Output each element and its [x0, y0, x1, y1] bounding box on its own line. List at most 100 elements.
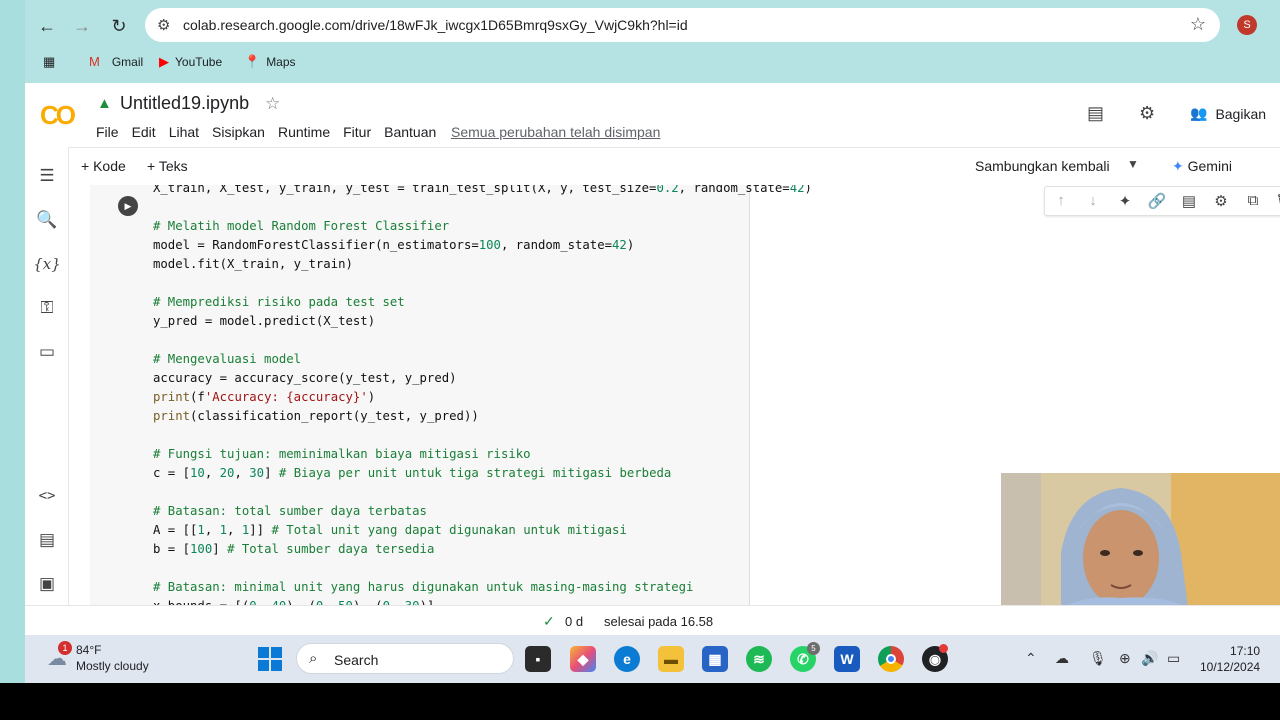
code-line: print(classification_report(y_test, y_pr… [153, 409, 479, 423]
cell-toolbar: ↑ ↓ ✦ 🔗 ▤ ⚙ ⧉ 🗑 ⋮ [1044, 186, 1280, 216]
comments-icon[interactable]: ▤ [1087, 103, 1104, 124]
key-icon[interactable]: ⚿ [35, 296, 59, 320]
chevron-up-icon[interactable]: ⌃ [1025, 650, 1037, 667]
weather-description[interactable]: Mostly cloudy [76, 659, 149, 673]
settings-gear-icon[interactable]: ⚙ [1139, 103, 1155, 124]
mirror-cell-icon[interactable]: ⧉ [1243, 192, 1263, 209]
menu-help[interactable]: Bantuan [384, 124, 436, 140]
code-line: print(f'Accuracy: {accuracy}') [153, 390, 376, 404]
code-line: accuracy = accuracy_score(y_test, y_pred… [153, 371, 457, 385]
system-clock[interactable]: 17:10 10/12/2024 [1200, 643, 1260, 675]
execution-status-bar: ✓ 0 d selesai pada 16.58 [25, 605, 1280, 635]
terminal-icon[interactable]: ▣ [35, 572, 59, 596]
delete-icon[interactable]: 🗑 [1275, 192, 1280, 210]
check-icon: ✓ [543, 613, 555, 629]
menu-view[interactable]: Lihat [169, 124, 199, 140]
variables-icon[interactable]: {x} [33, 252, 61, 276]
battery-icon[interactable]: ▭ [1167, 650, 1180, 667]
chrome-icon[interactable] [878, 646, 904, 672]
menu-edit[interactable]: Edit [132, 124, 156, 140]
bookmark-maps[interactable]: 📍 Maps [244, 54, 296, 70]
gemini-sparkle-icon[interactable]: ✦ [1115, 192, 1135, 210]
task-view-icon[interactable]: ▪ [525, 646, 551, 672]
command-palette-icon[interactable]: ▤ [35, 528, 59, 552]
bookmark-label: Gmail [111, 54, 144, 69]
file-explorer-icon[interactable]: ▬ [658, 646, 684, 672]
run-cell-button[interactable]: ▶ [118, 196, 138, 216]
menu-bar: File Edit Lihat Sisipkan Runtime Fitur B… [96, 124, 436, 140]
add-text-button[interactable]: + Teks [147, 158, 188, 174]
code-cell[interactable]: ▶ X_train, X_test, y_train, y_test = tra… [90, 185, 812, 605]
gemini-button[interactable]: ✦ Gemini [1172, 158, 1232, 175]
url-text: colab.research.google.com/drive/18wFJk_i… [183, 17, 688, 33]
speaker-icon[interactable]: 🔊 [1141, 650, 1158, 667]
code-snippets-icon[interactable]: <> [35, 484, 59, 508]
code-line: c = [10, 20, 30] # Biaya per unit untuk … [153, 466, 672, 480]
code-line: model = RandomForestClassifier(n_estimat… [153, 238, 635, 252]
comment-icon[interactable]: ▤ [1179, 192, 1199, 210]
code-editor[interactable]: X_train, X_test, y_train, y_test = train… [153, 185, 812, 605]
star-icon[interactable]: ☆ [265, 94, 280, 114]
browser-chrome: ← → ↻ ⚙ colab.research.google.com/drive/… [25, 0, 1280, 83]
link-icon[interactable]: 🔗 [1147, 192, 1167, 210]
word-icon[interactable]: W [834, 646, 860, 672]
taskbar-search[interactable]: ⌕ Search [296, 643, 514, 674]
store-icon[interactable]: ▦ [702, 646, 728, 672]
reconnect-button[interactable]: Sambungkan kembali [975, 158, 1110, 174]
site-settings-icon[interactable]: ⚙ [157, 16, 170, 34]
reload-icon[interactable]: ↻ [107, 14, 131, 38]
bookmark-gmail[interactable]: M Gmail [89, 54, 143, 69]
notification-dot [939, 644, 948, 653]
code-line: # Mengevaluasi model [153, 352, 302, 366]
code-line: # Batasan: total sumber daya terbatas [153, 504, 427, 518]
temperature[interactable]: 84°F [76, 643, 101, 657]
move-down-icon[interactable]: ↓ [1083, 192, 1103, 209]
bookmark-star-icon[interactable]: ☆ [1190, 14, 1206, 35]
saved-status[interactable]: Semua perubahan telah disimpan [451, 124, 660, 140]
cloud-sync-icon[interactable]: ☁ [1055, 650, 1069, 667]
notebook-toolbar: + Kode + Teks Sambungkan kembali ▼ ✦ Gem… [25, 147, 1280, 185]
folder-icon[interactable]: ▭ [35, 340, 59, 364]
profile-avatar[interactable]: S [1237, 15, 1257, 35]
cell-settings-icon[interactable]: ⚙ [1211, 192, 1231, 210]
move-up-icon[interactable]: ↑ [1051, 192, 1071, 209]
globe-icon[interactable]: ⊕ [1119, 650, 1131, 667]
gmail-icon: M [89, 54, 100, 69]
edge-icon[interactable]: e [614, 646, 640, 672]
menu-file[interactable]: File [96, 124, 119, 140]
chevron-down-icon[interactable]: ▼ [1127, 157, 1139, 171]
notebook-title[interactable]: Untitled19.ipynb [120, 93, 249, 114]
add-code-button[interactable]: + Kode [81, 158, 126, 174]
people-icon: 👥 [1190, 105, 1208, 121]
apps-grid-icon[interactable]: ▦ [43, 54, 55, 70]
weather-badge: 1 [58, 641, 72, 655]
microphone-icon[interactable]: 🎙 [1089, 650, 1107, 667]
menu-runtime[interactable]: Runtime [278, 124, 330, 140]
bookmarks-bar: ▦ M Gmail ▶ YouTube 📍 Maps [25, 50, 1280, 74]
search-icon[interactable]: 🔍 [35, 208, 59, 232]
menu-insert[interactable]: Sisipkan [212, 124, 265, 140]
bookmark-youtube[interactable]: ▶ YouTube [159, 54, 222, 70]
code-line: b = [100] # Total sumber daya tersedia [153, 542, 435, 556]
copilot-icon[interactable]: ◆ [570, 646, 596, 672]
code-line: model.fit(X_train, y_train) [153, 257, 353, 271]
youtube-icon: ▶ [159, 54, 169, 69]
code-line: A = [[1, 1, 1]] # Total unit yang dapat … [153, 523, 627, 537]
bookmark-label: YouTube [175, 55, 223, 69]
back-icon[interactable]: ← [35, 14, 59, 38]
spotify-icon[interactable]: ≋ [746, 646, 772, 672]
address-bar[interactable]: ⚙ colab.research.google.com/drive/18wFJk… [145, 8, 1220, 42]
toc-icon[interactable]: ☰ [35, 164, 59, 188]
left-sidebar: ☰ 🔍 {x} ⚿ ▭ <> ▤ ▣ [25, 147, 69, 605]
windows-start-icon[interactable] [258, 647, 282, 671]
colab-logo[interactable]: CO [40, 100, 76, 131]
share-button[interactable]: 👥 Bagikan [1190, 105, 1266, 122]
execution-finished-text: selesai pada 16.58 [604, 614, 714, 629]
forward-icon[interactable]: → [70, 14, 94, 38]
menu-tools[interactable]: Fitur [343, 124, 371, 140]
